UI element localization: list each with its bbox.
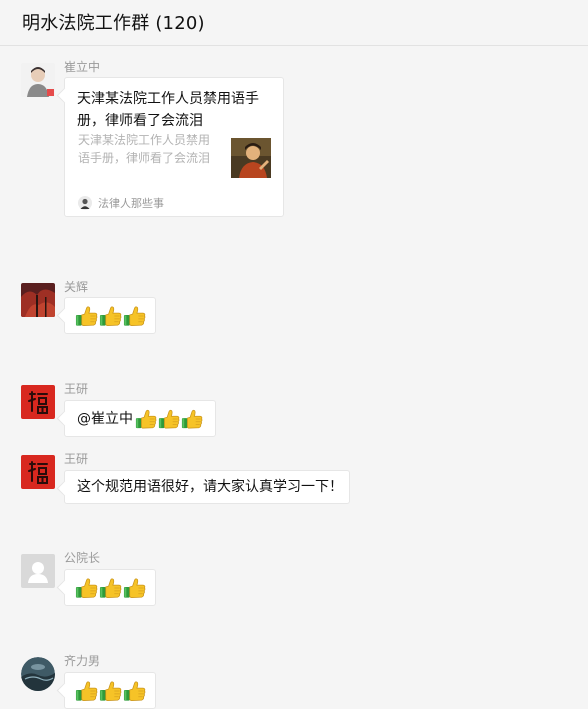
sender-name: 齐力男 — [64, 654, 101, 668]
link-card[interactable]: 天津某法院工作人员禁用语手册，律师看了会流泪 天津某法院工作人员禁用语手册，律师… — [64, 77, 284, 217]
link-card-source-label: 法律人那些事 — [98, 197, 164, 210]
avatar[interactable] — [21, 63, 55, 97]
thumbs-up-icon — [123, 577, 146, 599]
thumbs-up-icon — [135, 408, 157, 430]
sender-name: 关辉 — [64, 280, 89, 294]
avatar[interactable] — [21, 554, 55, 588]
sender-name: 王研 — [64, 382, 89, 396]
thumbs-up-icon — [158, 408, 180, 430]
source-logo-icon — [78, 196, 92, 210]
thumbs-up-emoji-group — [65, 673, 155, 702]
thumbs-up-icon — [123, 680, 146, 702]
thumbs-up-icon — [99, 305, 122, 327]
thumbs-up-icon — [75, 680, 98, 702]
link-card-thumbnail — [231, 138, 271, 178]
mention-text: @崔立中 — [77, 411, 133, 427]
message-text: 这个规范用语很好，请大家认真学习一下！ — [77, 479, 343, 495]
sender-name: 王研 — [64, 452, 89, 466]
thumbs-up-emoji-group — [65, 298, 155, 327]
avatar[interactable] — [21, 385, 55, 419]
chat-header: 明水法院工作群 (120) — [0, 0, 588, 46]
thumbs-up-icon — [123, 305, 146, 327]
sender-name: 崔立中 — [64, 60, 101, 74]
thumbs-up-icon — [75, 577, 98, 599]
message-bubble[interactable] — [64, 569, 156, 606]
link-card-description: 天津某法院工作人员禁用语手册，律师看了会流泪 — [78, 133, 211, 165]
avatar[interactable] — [21, 283, 55, 317]
default-avatar-icon — [21, 554, 55, 588]
thumbs-up-icon — [181, 408, 203, 430]
sender-name: 公院长 — [64, 551, 101, 565]
chat-title: 明水法院工作群 (120) — [22, 13, 205, 34]
avatar[interactable] — [21, 455, 55, 489]
avatar[interactable] — [21, 657, 55, 691]
thumbs-up-icon — [75, 305, 98, 327]
message-bubble[interactable]: @崔立中 — [64, 400, 216, 437]
message-bubble[interactable]: 这个规范用语很好，请大家认真学习一下！ — [64, 470, 350, 504]
thumbs-up-icon — [99, 680, 122, 702]
link-card-source: 法律人那些事 — [78, 195, 164, 211]
link-card-title: 天津某法院工作人员禁用语手册，律师看了会流泪 — [77, 91, 259, 129]
message-bubble[interactable] — [64, 672, 156, 709]
message-bubble[interactable] — [64, 297, 156, 334]
thumbs-up-icon — [99, 577, 122, 599]
thumbs-up-emoji-group — [65, 570, 155, 599]
